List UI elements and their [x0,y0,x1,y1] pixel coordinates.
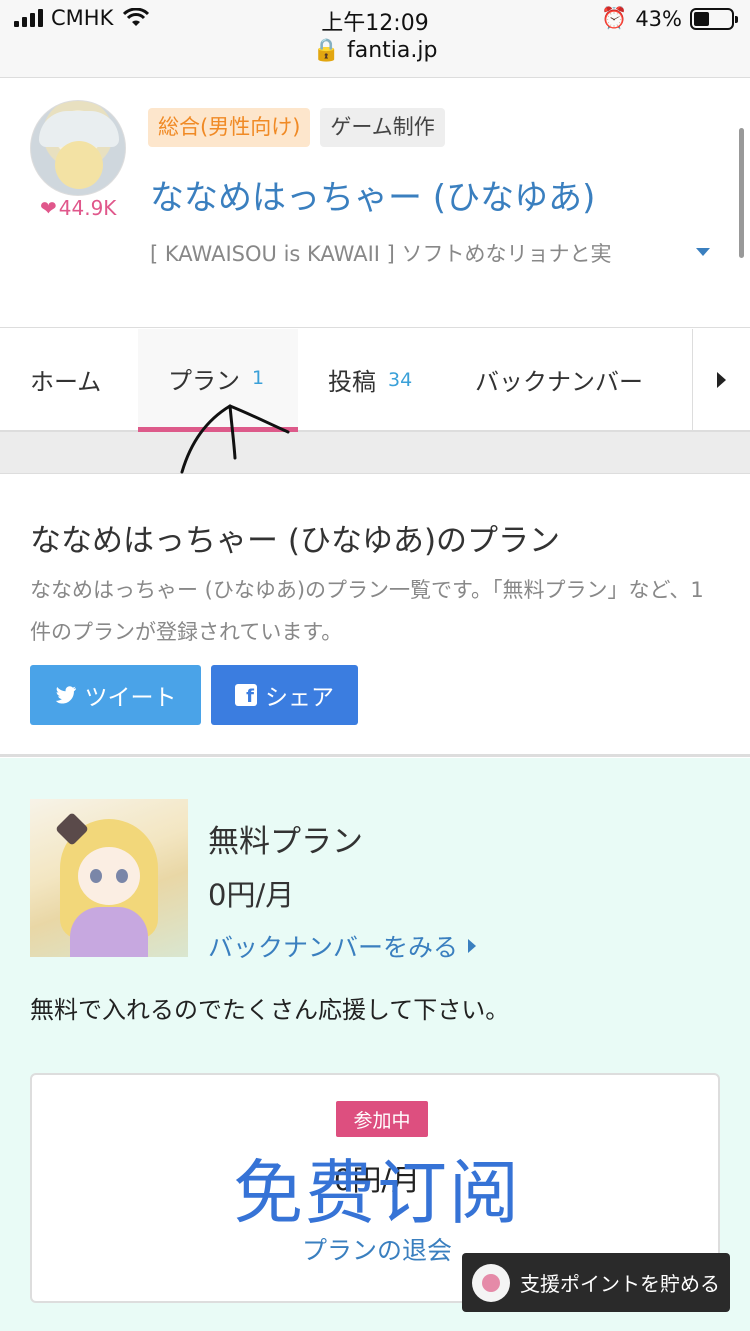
category-tag-adult[interactable]: 総合(男性向け) [148,108,311,148]
heart-icon: ❤ [40,196,57,220]
section-divider [0,432,750,474]
overlay-caption: 免费订阅 [233,1152,521,1234]
caret-right-icon [468,939,477,953]
tabs-scroll-right-button[interactable] [692,329,750,430]
tab-posts-label: 投稿 [328,368,376,396]
support-label: 支援ポイントを貯める [520,1272,720,1296]
status-bar: CMHK 上午12:09 🔒 fantia.jp ⏰ 43% [0,0,750,78]
tab-home-label: ホーム [30,368,102,396]
creator-tabs: ホーム プラン 1 投稿 34 バックナンバー [0,329,750,432]
plan-name: 無料プラン [208,824,363,860]
tab-plan-label: プラン [168,366,240,395]
tab-home[interactable]: ホーム [30,329,101,430]
battery-percent: 43% [635,6,682,31]
plan-intro: ななめはっちゃー (ひなゆあ)のプラン ななめはっちゃー (ひなゆあ)のプラン一… [0,475,750,757]
alarm-icon: ⏰ [601,6,628,30]
category-tag-game[interactable]: ゲーム制作 [320,108,445,148]
plan-price: 0円/月 [208,878,295,912]
tab-plan-count: 1 [252,367,265,389]
tab-posts[interactable]: 投稿 34 [328,329,412,430]
mascot-icon [472,1263,510,1302]
caret-right-icon [717,371,726,388]
url-bar[interactable]: 🔒 fantia.jp [0,38,750,63]
battery-fill [694,11,710,26]
tweet-label: ツイート [84,685,177,711]
plan-card: 無料プラン 0円/月 バックナンバーをみる 無料で入れるのでたくさん応援して下さ… [0,758,750,1331]
scrollbar[interactable] [739,128,744,258]
category-tags: 総合(男性向け) ゲーム制作 [148,108,445,148]
creator-avatar[interactable] [30,100,126,196]
creator-catchphrase: [ KAWAISOU is KAWAII ] ソフトめなリョナと実 [150,242,612,266]
earn-support-points-button[interactable]: 支援ポイントを貯める [462,1253,730,1312]
battery-icon [690,7,738,30]
backnumber-link-label: バックナンバーをみる [208,933,459,962]
facebook-icon: f [235,684,257,706]
chevron-down-icon[interactable] [696,248,710,256]
tab-backnumber[interactable]: バックナンバー [475,329,643,430]
tab-backnumber-label: バックナンバー [475,368,643,396]
plan-thumbnail [30,799,188,957]
likes-value: 44.9K [58,196,117,220]
handdrawn-arrow-annotation [180,404,290,474]
page-description: ななめはっちゃー (ひなゆあ)のプラン一覧です。「無料プラン」など、1件のプラン… [30,578,704,644]
joined-badge: 参加中 [336,1101,428,1137]
page-title: ななめはっちゃー (ひなゆあ)のプラン [30,523,561,559]
plan-description: 無料で入れるのでたくさん応援して下さい。 [30,996,510,1024]
url-text: fantia.jp [346,38,438,63]
backnumber-link[interactable]: バックナンバーをみる [208,928,477,964]
lock-icon: 🔒 [312,38,340,63]
likes-count: ❤ 44.9K [40,196,116,220]
tab-posts-count: 34 [388,368,413,391]
facebook-share-button[interactable]: f シェア [211,665,358,725]
creator-header: ❤ 44.9K 総合(男性向け) ゲーム制作 ななめはっちゃー (ひなゆあ) [… [0,78,750,328]
share-label: シェア [265,685,334,711]
tweet-button[interactable]: ツイート [30,665,201,725]
creator-name[interactable]: ななめはっちゃー (ひなゆあ) [150,170,595,219]
creator-avatar-block: ❤ 44.9K [30,100,126,220]
share-buttons: ツイート f シェア [30,665,358,725]
status-right: ⏰ 43% [601,6,738,31]
twitter-icon [55,686,76,704]
